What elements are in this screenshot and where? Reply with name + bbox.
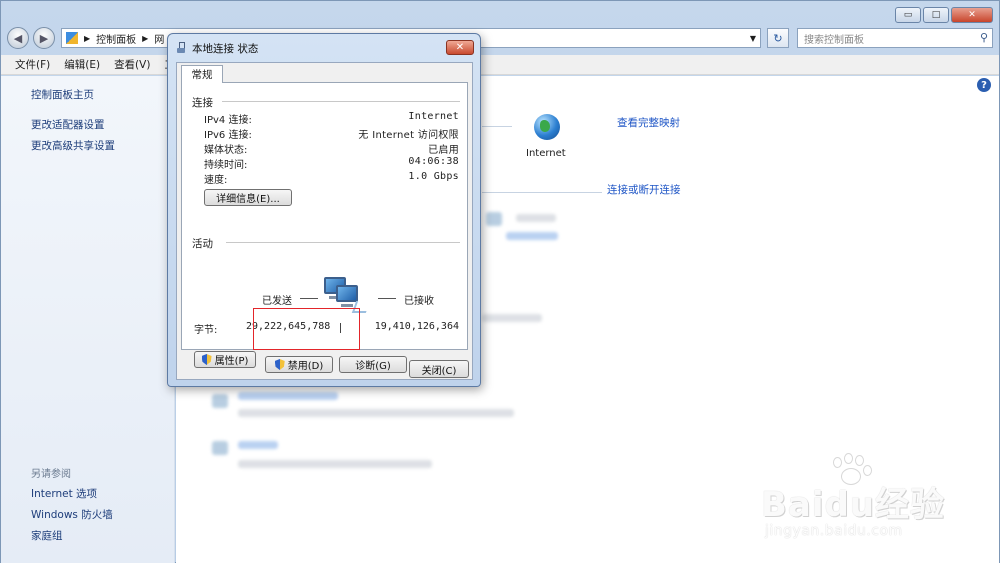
blurred-link [238, 441, 278, 449]
local-connection-status-dialog: 本地连接 状态 ✕ 常规 连接 IPv4 连接: Internet IPv6 连… [167, 33, 481, 387]
sidebar-link-advanced-sharing[interactable]: 更改高级共享设置 [31, 138, 115, 153]
menu-bar: 文件(F) 编辑(E) 查看(V) 工具 [1, 55, 999, 75]
ipv6-label: IPv6 连接: [204, 130, 252, 141]
properties-button-label: 属性(P) [214, 356, 249, 367]
blurred-text [516, 214, 556, 222]
address-row: ◀ ▶ ▶ 控制面板 ▶ 网 ▼ ↻ 搜索控制面板 ⚲ [7, 27, 993, 51]
dialog-close-button[interactable]: ✕ [446, 40, 474, 55]
connection-group-heading: 连接 [192, 97, 213, 109]
speed-value: 1.0 Gbps [408, 171, 459, 182]
disable-button-label: 禁用(D) [287, 361, 324, 372]
search-icon[interactable]: ⚲ [980, 31, 988, 44]
general-tab-panel: 连接 IPv4 连接: Internet IPv6 连接: 无 Internet… [181, 82, 468, 368]
menu-view[interactable]: 查看(V) [114, 57, 150, 72]
search-placeholder: 搜索控制面板 [804, 34, 864, 46]
dialog-body: 常规 连接 IPv4 连接: Internet IPv6 连接: 无 Inter… [176, 62, 473, 380]
media-state-label: 媒体状态: [204, 145, 248, 156]
media-state-value: 已启用 [428, 145, 459, 156]
blurred-text [482, 314, 542, 322]
close-icon: ✕ [968, 10, 976, 20]
baidu-watermark: Baidu经验 jingyan.baidu.com [761, 453, 993, 553]
network-map-connector [482, 126, 512, 127]
uac-shield-icon [202, 354, 212, 365]
tab-general[interactable]: 常规 [181, 65, 223, 83]
refresh-button[interactable]: ↻ [767, 28, 789, 48]
maximize-icon: □ [931, 10, 941, 20]
sidebar-link-firewall[interactable]: Windows 防火墙 [31, 507, 113, 522]
dialog-title: 本地连接 状态 [192, 43, 259, 55]
sidebar-link-home[interactable]: 控制面板主页 [31, 87, 94, 102]
diagnose-button-label: 诊断(G) [355, 361, 391, 372]
forward-arrow-icon: ▶ [39, 31, 49, 45]
maximize-button[interactable]: □ [923, 7, 949, 23]
close-button-label: 关闭(C) [421, 365, 457, 377]
sent-dash [300, 298, 318, 299]
properties-button[interactable]: 属性(P) [194, 351, 256, 368]
minimize-button[interactable]: ▭ [895, 7, 921, 23]
duration-value: 04:06:38 [408, 156, 459, 167]
search-input[interactable]: 搜索控制面板 ⚲ [797, 28, 993, 48]
sidebar: 控制面板主页 更改适配器设置 更改高级共享设置 另请参阅 Internet 选项… [1, 76, 175, 563]
received-label: 已接收 [404, 296, 434, 307]
sent-label: 已发送 [262, 296, 292, 307]
bytes-label: 字节: [194, 325, 218, 336]
menu-edit[interactable]: 编辑(E) [64, 57, 100, 72]
blurred-task-icon [212, 441, 228, 455]
breadcrumb-control-panel[interactable]: 控制面板 [96, 31, 136, 46]
blurred-network-icon [486, 212, 502, 226]
close-button[interactable]: 关闭(C) [409, 360, 469, 378]
blurred-link [238, 392, 338, 400]
ipv4-value: Internet [408, 111, 459, 122]
address-dropdown-icon[interactable]: ▼ [750, 34, 756, 43]
minimize-icon: ▭ [903, 10, 913, 20]
network-computers-icon [324, 277, 371, 317]
network-plug-icon [176, 42, 186, 54]
forward-button[interactable]: ▶ [33, 27, 55, 49]
bytes-received-value: 19,410,126,364 [374, 321, 459, 332]
speed-label: 速度: [204, 175, 228, 186]
control-panel-window: ▭ □ ✕ ◀ ▶ ▶ 控制面板 ▶ 网 ▼ ↻ 搜索控制面板 ⚲ 文件(F) … [0, 0, 1000, 563]
sidebar-link-adapter-settings[interactable]: 更改适配器设置 [31, 117, 105, 132]
breadcrumb-separator-icon: ▶ [142, 33, 149, 43]
blurred-task-icon [212, 394, 228, 408]
sidebar-link-homegroup[interactable]: 家庭组 [31, 528, 63, 543]
close-icon: ✕ [455, 42, 465, 53]
received-dash [378, 298, 396, 299]
section-divider [482, 192, 602, 193]
group-divider [222, 101, 460, 102]
blurred-text [238, 409, 514, 417]
duration-label: 持续时间: [204, 160, 248, 171]
window-close-button[interactable]: ✕ [951, 7, 993, 23]
internet-label: Internet [526, 148, 566, 159]
details-button[interactable]: 详细信息(E)... [204, 189, 292, 206]
internet-globe-icon [534, 114, 560, 140]
disable-button[interactable]: 禁用(D) [265, 356, 333, 373]
group-divider [226, 242, 460, 243]
view-full-map-link[interactable]: 查看完整映射 [617, 115, 680, 130]
details-button-label: 详细信息(E)... [216, 194, 280, 205]
sidebar-link-internet-options[interactable]: Internet 选项 [31, 486, 97, 501]
blurred-text [238, 460, 432, 468]
breadcrumb-separator-icon: ▶ [84, 33, 91, 43]
diagnose-button[interactable]: 诊断(G) [339, 356, 407, 373]
ipv6-value: 无 Internet 访问权限 [358, 130, 459, 141]
activity-group-heading: 活动 [192, 238, 213, 250]
back-arrow-icon: ◀ [13, 31, 23, 45]
see-also-heading: 另请参阅 [31, 469, 71, 480]
breadcrumb-network[interactable]: 网 [154, 31, 164, 46]
back-button[interactable]: ◀ [7, 27, 29, 49]
uac-shield-icon [275, 359, 285, 370]
connect-disconnect-link[interactable]: 连接或断开连接 [607, 182, 681, 197]
control-panel-icon [66, 32, 78, 44]
watermark-brand: Baidu经验 [761, 485, 946, 525]
blurred-link [506, 232, 558, 240]
menu-file[interactable]: 文件(F) [15, 57, 50, 72]
watermark-url: jingyan.baidu.com [765, 523, 903, 539]
bytes-sent-value: 29,222,645,788 [246, 321, 331, 332]
activity-divider [340, 323, 341, 333]
refresh-icon: ↻ [773, 31, 783, 45]
window-caption-buttons: ▭ □ ✕ [895, 7, 993, 23]
help-icon[interactable]: ? [977, 78, 991, 92]
ipv4-label: IPv4 连接: [204, 115, 252, 126]
